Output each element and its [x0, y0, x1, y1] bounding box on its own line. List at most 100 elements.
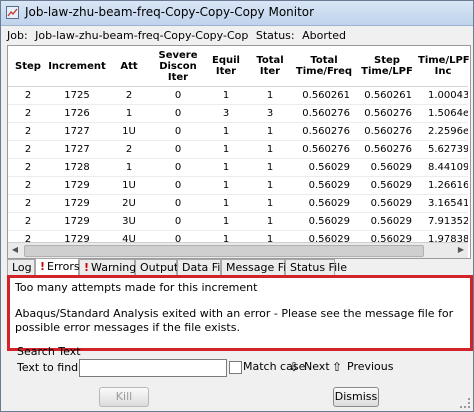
table-cell: 0 [152, 104, 204, 123]
horizontal-scrollbar[interactable]: ◀ ▶ [8, 242, 468, 258]
title-bar: Job-law-zhu-beam-freq-Copy-Copy-Copy Mon… [1, 1, 473, 26]
table-cell: 1 [204, 86, 248, 105]
table-cell: 8.44109e-0 [418, 158, 468, 177]
error-line-2: Abaqus/Standard Analysis exited with an … [15, 307, 454, 334]
match-case-checkbox[interactable] [229, 361, 242, 374]
tab-message-file[interactable]: Message File [221, 259, 296, 275]
table-header-row: Step Increment Att Severe Discon Iter Equil … [8, 46, 470, 87]
table-row[interactable]: 217292U0110.560290.560293.16541e-0 [8, 194, 468, 213]
table-cell: 1728 [48, 158, 106, 177]
table-row[interactable]: 217271U0110.5602760.5602762.2596e-05 [8, 122, 468, 141]
resize-grip-icon[interactable] [460, 398, 470, 408]
table-cell: 0.56029 [292, 194, 356, 213]
tab-output[interactable]: Output [135, 259, 179, 275]
job-name: Job-law-zhu-beam-freq-Copy-Copy-Cop [35, 29, 249, 42]
table-cell: 2U [106, 194, 152, 213]
table-cell: 1.5064e-05 [418, 104, 468, 123]
status-value: Aborted [302, 29, 346, 42]
error-line-1: Too many attempts made for this incremen… [15, 281, 258, 294]
column-header[interactable]: Total Time/Freq [292, 46, 356, 87]
tab-warnings[interactable]: ! Warnings [79, 259, 142, 275]
table-cell: 1U [106, 176, 152, 195]
table-row[interactable]: 217291U0110.560290.560291.26616e-0 [8, 176, 468, 195]
column-header[interactable]: Step [8, 46, 48, 87]
kill-button[interactable]: Kill [99, 387, 149, 407]
table-cell: 1.00043e-0 [418, 86, 468, 105]
tab-label: Output [140, 261, 179, 274]
table-row[interactable]: 2172720110.5602760.5602765.62739e-0 [8, 140, 468, 159]
column-header[interactable]: Total Iter [248, 46, 292, 87]
table-cell: 2 [106, 86, 152, 105]
table-cell: 0.560276 [292, 140, 356, 159]
dismiss-button[interactable]: Dismiss [333, 387, 379, 407]
table-cell: 0.560276 [356, 122, 418, 141]
table-cell: 0.560276 [292, 122, 356, 141]
table-cell: 1.26616e-0 [418, 176, 468, 195]
find-label: Text to find: [17, 361, 82, 374]
table-row[interactable]: 2172520110.5602610.5602611.00043e-0 [8, 86, 468, 105]
table-cell: 1 [248, 194, 292, 213]
table-cell: 1 [248, 212, 292, 231]
column-header[interactable]: Equil Iter [204, 46, 248, 87]
monitor-tabs: Log! Errors! Warnings Output Data File Messag… [7, 258, 469, 276]
table-cell: 1729 [48, 176, 106, 195]
table-cell: 2 [8, 86, 48, 105]
table-cell: 0 [152, 140, 204, 159]
arrow-down-icon[interactable]: ⇩ [289, 360, 299, 374]
table-cell: 0.56029 [356, 212, 418, 231]
scroll-left-icon[interactable]: ◀ [10, 245, 20, 255]
table-cell: 0.56029 [292, 212, 356, 231]
errors-panel: Too many attempts made for this incremen… [7, 275, 473, 351]
tab-data-file[interactable]: Data File [177, 259, 230, 275]
column-header[interactable]: Att [106, 46, 152, 87]
job-label: Job: [7, 29, 28, 42]
table-cell: 2 [8, 122, 48, 141]
table-cell: 2 [106, 140, 152, 159]
next-button[interactable]: Next [304, 360, 330, 373]
column-header[interactable]: Step Time/LPF [356, 46, 418, 87]
increments-grid: Step Increment Att Severe Discon Iter Equil … [8, 46, 470, 258]
tab-log[interactable]: Log [7, 259, 35, 275]
table-cell: 0.56029 [356, 176, 418, 195]
table-cell: 2.2596e-05 [418, 122, 468, 141]
find-input[interactable] [79, 359, 227, 377]
alert-icon: ! [40, 260, 46, 273]
tab-errors[interactable]: ! Errors [35, 258, 80, 276]
table-cell: 1U [106, 122, 152, 141]
table-cell: 0 [152, 158, 204, 177]
table-cell: 3 [204, 104, 248, 123]
search-heading: Search Text [17, 345, 81, 358]
table-cell: 0.560276 [356, 104, 418, 123]
table-row[interactable]: 2172810110.560290.560298.44109e-0 [8, 158, 468, 177]
tab-status-file[interactable]: Status File [285, 259, 347, 275]
table-cell: 0.56029 [356, 158, 418, 177]
table-cell: 0.560261 [356, 86, 418, 105]
table-cell: 1 [204, 212, 248, 231]
table-cell: 0.56029 [292, 176, 356, 195]
column-header[interactable]: Time/LPF Inc [418, 46, 470, 87]
table-cell: 1 [248, 176, 292, 195]
table-cell: 1 [248, 158, 292, 177]
scroll-thumb[interactable] [24, 245, 424, 257]
table-cell: 0 [152, 176, 204, 195]
table-cell: 0.560276 [292, 104, 356, 123]
window-title: Job-law-zhu-beam-freq-Copy-Copy-Copy Mon… [25, 5, 315, 19]
status-label: Status: [255, 29, 295, 42]
table-row[interactable]: 217293U0110.560290.560297.91352e-0 [8, 212, 468, 231]
previous-button[interactable]: Previous [347, 360, 394, 373]
table-cell: 2 [8, 158, 48, 177]
table-row[interactable]: 2172610330.5602760.5602761.5064e-05 [8, 104, 468, 123]
table-cell: 0.560261 [292, 86, 356, 105]
column-header[interactable]: Increment [48, 46, 106, 87]
alert-icon: ! [84, 261, 90, 274]
table-cell: 3 [248, 104, 292, 123]
column-header[interactable]: Severe Discon Iter [152, 46, 204, 87]
table-cell: 2 [8, 176, 48, 195]
table-body: 2172520110.5602610.5602611.00043e-021726… [8, 86, 468, 258]
search-row: Text to find: Match case ⇩ Next ⇧ Previo… [17, 359, 467, 377]
tab-label: Errors [47, 260, 80, 273]
scroll-right-icon[interactable]: ▶ [456, 245, 466, 255]
increments-table[interactable]: Step Increment Att Severe Discon Iter Equil … [7, 45, 471, 259]
arrow-up-icon[interactable]: ⇧ [332, 360, 342, 374]
table-cell: 0 [152, 194, 204, 213]
